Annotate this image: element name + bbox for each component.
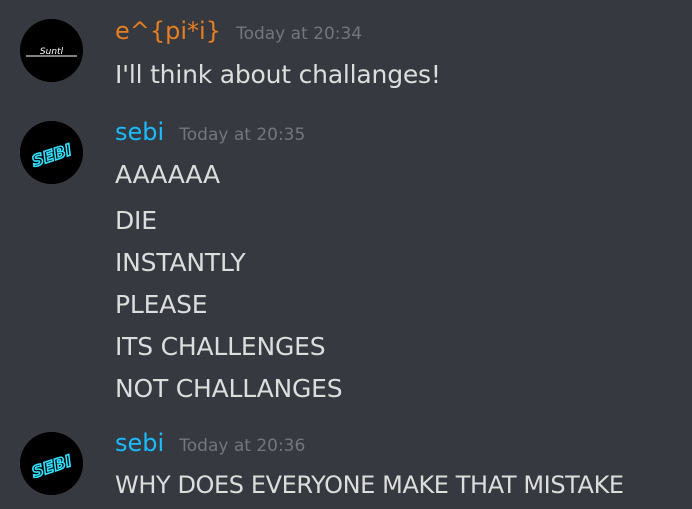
message-content: PLEASE bbox=[115, 290, 208, 319]
message-header: sebi Today at 20:35 bbox=[115, 118, 305, 146]
message-header: sebi Today at 20:36 bbox=[115, 429, 305, 457]
avatar-sebi-neon-icon: SEBI bbox=[20, 121, 83, 184]
message-content: I'll think about challanges! bbox=[115, 60, 441, 89]
message-header: e^{pi*i} Today at 20:34 bbox=[115, 17, 362, 45]
timestamp[interactable]: Today at 20:36 bbox=[179, 436, 305, 456]
message-content: WHY DOES EVERYONE MAKE THAT MISTAKE bbox=[115, 471, 624, 499]
message-content: INSTANTLY bbox=[115, 248, 246, 277]
avatar-sebi-neon-icon: SEBI bbox=[20, 432, 83, 495]
user-avatar[interactable]: SEBI bbox=[20, 432, 83, 495]
user-avatar[interactable]: SEBI bbox=[20, 121, 83, 184]
username[interactable]: sebi bbox=[115, 118, 164, 146]
message-content: DIE bbox=[115, 206, 157, 235]
message-content: NOT CHALLANGES bbox=[115, 374, 343, 403]
timestamp[interactable]: Today at 20:34 bbox=[236, 24, 362, 44]
timestamp[interactable]: Today at 20:35 bbox=[179, 125, 305, 145]
message-content: ITS CHALLENGES bbox=[115, 332, 326, 361]
message-content: AAAAAA bbox=[115, 160, 220, 189]
username[interactable]: e^{pi*i} bbox=[115, 17, 221, 45]
username[interactable]: sebi bbox=[115, 429, 164, 457]
avatar-suntl-icon: __Suntl__ bbox=[20, 19, 83, 82]
user-avatar[interactable]: __Suntl__ bbox=[20, 19, 83, 82]
avatar-text: __Suntl__ bbox=[30, 47, 73, 57]
